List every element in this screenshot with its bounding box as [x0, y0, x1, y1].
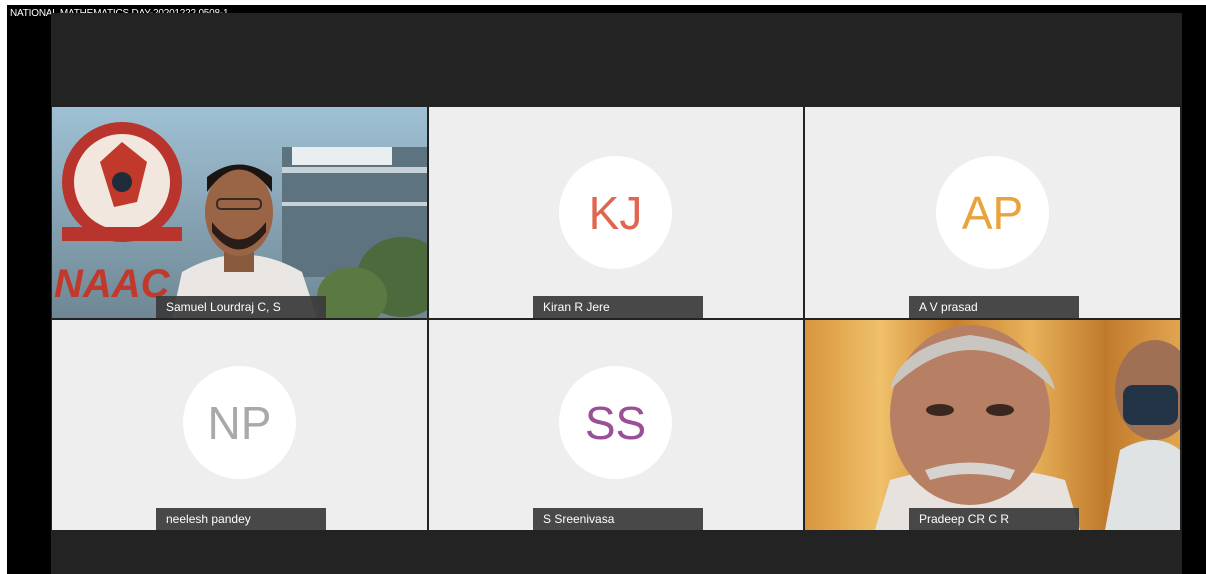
- participant-name: neelesh pandey: [166, 512, 251, 526]
- avatar-initials: AP: [961, 186, 1024, 239]
- participant-tile-samuel[interactable]: NAAC Samuel Lourdraj C, S: [52, 107, 427, 318]
- participant-name-tag: Pradeep CR C R: [909, 508, 1079, 530]
- participant-name: A V prasad: [919, 300, 978, 314]
- participant-name: S Sreenivasa: [543, 512, 615, 526]
- participant-name-tag: Samuel Lourdraj C, S: [156, 296, 326, 318]
- avatar: SS: [559, 366, 672, 479]
- naac-logo-text: NAAC: [54, 262, 171, 306]
- avatar-initials: SS: [584, 396, 647, 449]
- avatar-initials: NP: [207, 396, 272, 449]
- participant-video-pradeep: [805, 320, 1180, 530]
- avatar: AP: [936, 156, 1049, 269]
- participant-name-tag: neelesh pandey: [156, 508, 326, 530]
- participant-video-samuel: NAAC: [52, 107, 427, 318]
- avatar: NP: [183, 366, 296, 479]
- video-grid: NAAC Samuel Lourdraj C, S KJ Kiran R Jer…: [51, 13, 1182, 574]
- participant-tile-sreenivasa[interactable]: SS S Sreenivasa: [429, 320, 803, 530]
- participant-name-tag: S Sreenivasa: [533, 508, 703, 530]
- avatar: KJ: [559, 156, 672, 269]
- participant-tile-av-prasad[interactable]: AP A V prasad: [805, 107, 1180, 318]
- participant-name: Pradeep CR C R: [919, 512, 1010, 526]
- meeting-window: NATIONAL MATHEMATICS DAY-20201222 0508-1: [7, 5, 1206, 574]
- avatar-initials: KJ: [588, 186, 643, 239]
- participant-name-tag: Kiran R Jere: [533, 296, 703, 318]
- participant-tile-pradeep[interactable]: Pradeep CR C R: [805, 320, 1180, 530]
- participant-name-tag: A V prasad: [909, 296, 1079, 318]
- participant-tile-kiran[interactable]: KJ Kiran R Jere: [429, 107, 803, 318]
- participant-tile-neelesh[interactable]: NP neelesh pandey: [52, 320, 427, 530]
- participant-name: Samuel Lourdraj C, S: [166, 300, 281, 314]
- participant-name: Kiran R Jere: [543, 300, 610, 314]
